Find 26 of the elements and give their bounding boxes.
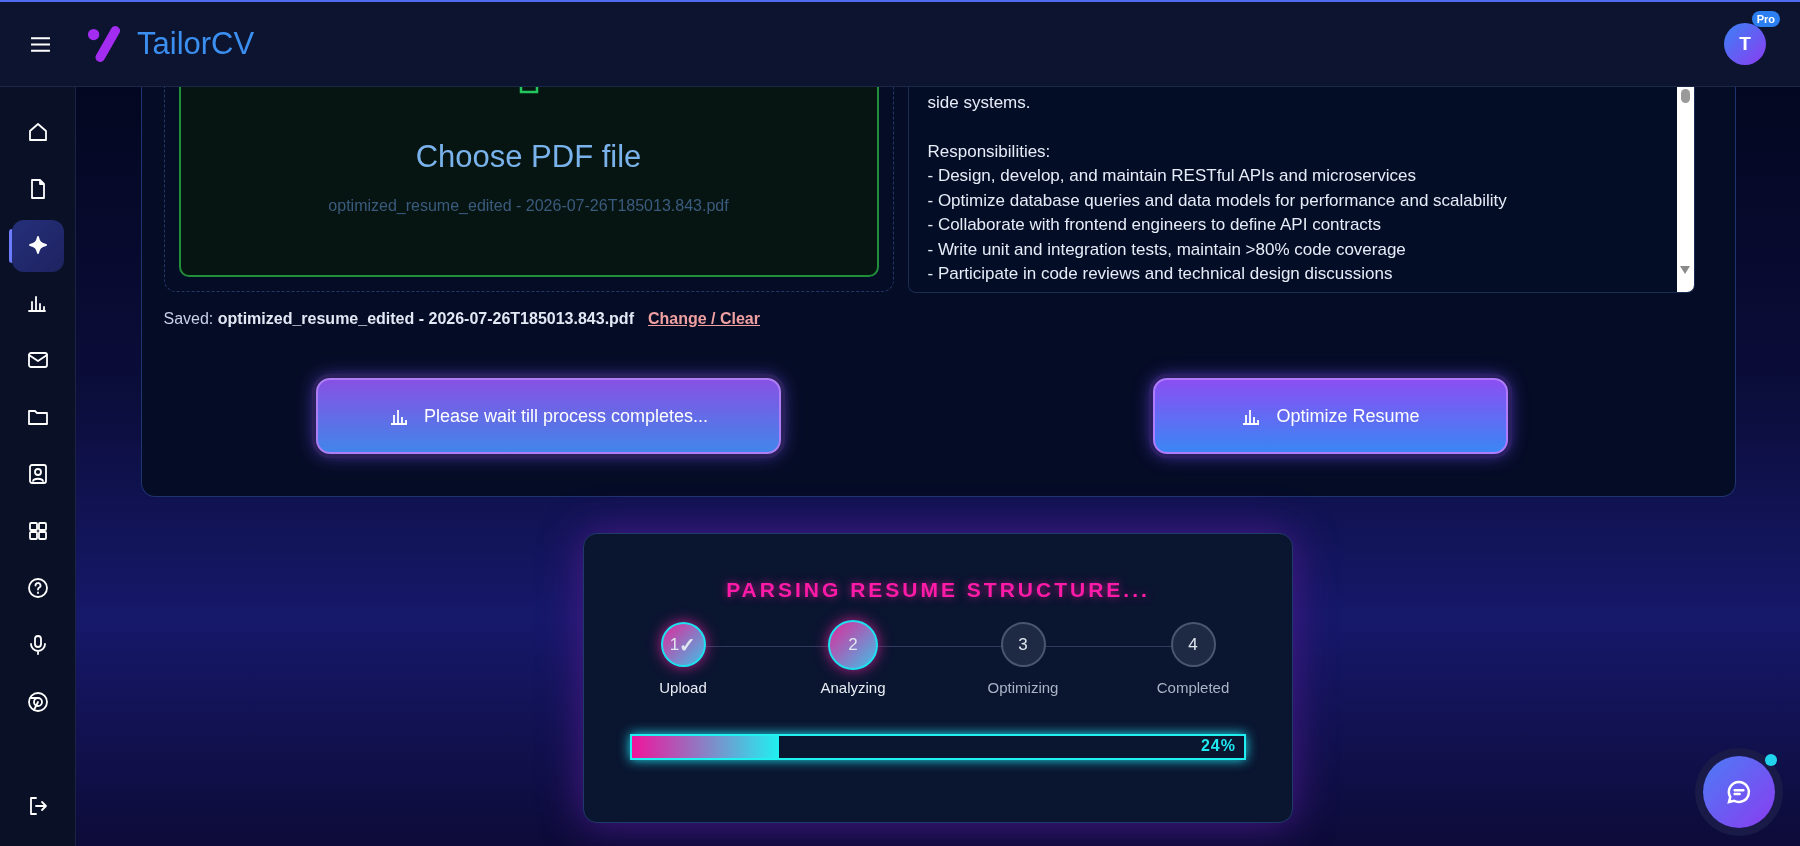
step-label: Optimizing [987,679,1059,696]
pdf-dropzone[interactable]: Choose PDF file optimized_resume_edited - 2026-07-26T185013.843.pdf [178,87,879,277]
step-circle: 3 [1000,622,1046,667]
user-avatar[interactable]: T [1724,23,1766,65]
progress-title: PARSING RESUME STRUCTURE... [726,578,1150,602]
change-clear-link[interactable]: Change / Clear [647,310,760,328]
step-circle: 2 [828,620,878,670]
progress-percent: 24% [1200,737,1236,755]
brand-name: TailorCV [137,26,255,62]
step-label: Upload [659,679,707,696]
step-label: Completed [1156,679,1230,696]
file-name: optimized_resume_edited - 2026-07-26T185013.843.pdf [328,197,729,215]
pro-badge: Pro [1751,11,1780,27]
job-description-field[interactable]: side systems. Responsibilities: - Design, develop, and maintain RESTful APIs and microservices - Optimize database queries and data models for performance and scalability - Collaborate with frontend engineers to define API contracts - Write unit and integration tests, maintain >80% code coverage - Participate in code reviews and technical design discussions [907,87,1695,293]
globe-icon [25,690,50,714]
saved-file-text: Saved: optimized_resume_edited - 2026-07-26T185013.843.pdf [163,310,634,328]
logo-icon [87,25,121,63]
help-icon [25,576,50,600]
step-circle: 1✓ [660,622,706,667]
dropzone-title: Choose PDF file [415,139,642,175]
menu-icon[interactable] [30,35,51,53]
step-circle: 4 [1170,622,1216,667]
scrollbar[interactable] [1676,87,1694,292]
upload-icon [518,87,539,95]
step-label: Analyzing [820,679,886,696]
sidebar-item[interactable] [11,220,64,272]
